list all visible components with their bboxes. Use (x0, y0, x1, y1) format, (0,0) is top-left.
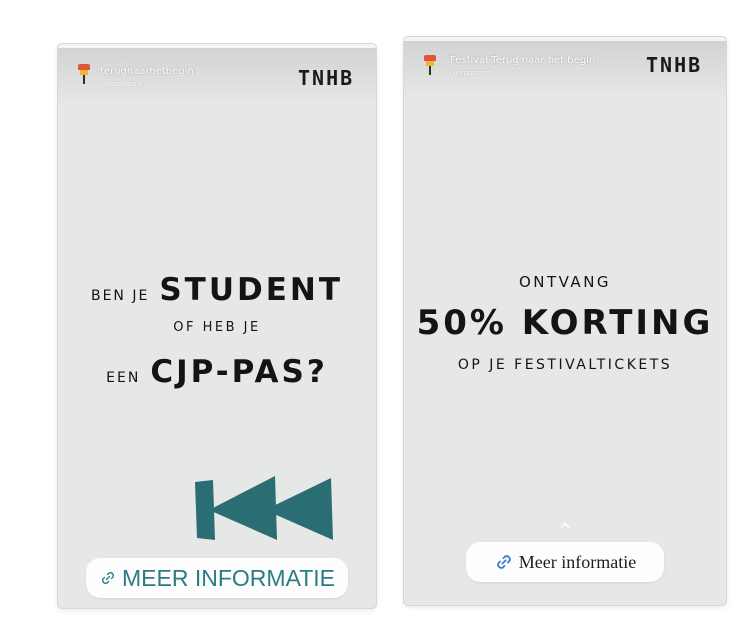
chevron-up-icon[interactable] (560, 520, 570, 530)
headline-ben-je: BEN JE (90, 288, 150, 304)
brand-logo: TNHB (298, 66, 355, 90)
account-avatar-icon[interactable] (78, 64, 90, 84)
headline-een: EEN (106, 370, 141, 386)
account-info[interactable]: Festival Terug naar het begin Gesponsord (450, 55, 595, 79)
headline-festivaltickets: OP JE FESTIVALTICKETS (457, 357, 673, 373)
headline-ontvang: ONTVANG (518, 273, 612, 291)
headline-line-1: BEN JE STUDENT (58, 272, 376, 308)
headline-student: STUDENT (159, 272, 343, 308)
rewind-icon (195, 476, 333, 540)
headline-line-2: OF HEB JE (173, 320, 261, 335)
headline-cjp-pas: CJP-PAS? (150, 354, 328, 390)
account-name: terugnaarhetbegin (100, 66, 194, 77)
more-info-link-button[interactable]: Meer informatie (466, 542, 664, 582)
account-subtitle: Gesponsord (100, 80, 142, 88)
story-card-right[interactable]: Festival Terug naar het begin Gesponsord… (404, 37, 726, 605)
more-info-label: MEER INFORMATIE (122, 564, 335, 591)
story-progress-bar (58, 44, 376, 48)
more-info-link-button[interactable]: MEER INFORMATIE (86, 558, 348, 598)
story-progress-fill (58, 44, 376, 48)
story-progress-bar (404, 37, 726, 41)
account-subtitle: Gesponsord (450, 69, 492, 77)
account-info[interactable]: terugnaarhetbegin Gesponsord (100, 66, 194, 90)
link-icon (99, 569, 117, 587)
story-card-left[interactable]: terugnaarhetbegin Gesponsord TNHB BEN JE… (58, 44, 376, 608)
headline-line-3: EEN CJP-PAS? (58, 354, 376, 390)
more-info-label: Meer informatie (518, 551, 637, 572)
link-icon (494, 552, 514, 572)
account-name: Festival Terug naar het begin (450, 55, 596, 66)
headline-discount: 50% KORTING (416, 303, 714, 343)
brand-logo: TNHB (646, 53, 703, 77)
story-progress-fill (404, 37, 726, 41)
account-avatar-icon[interactable] (424, 55, 436, 75)
